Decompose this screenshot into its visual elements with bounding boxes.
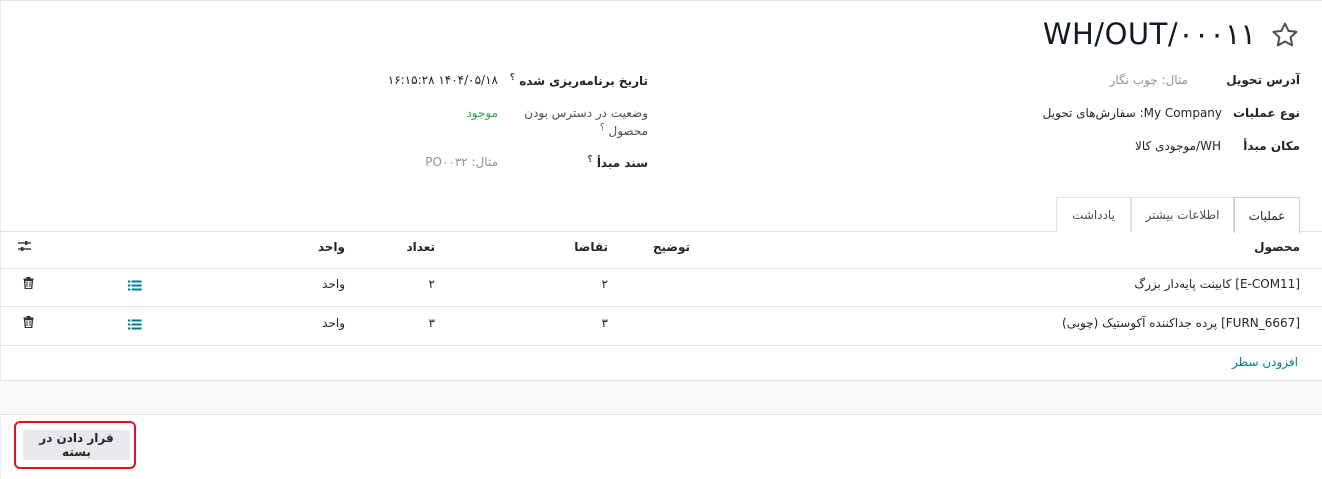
column-header-product[interactable]: محصول	[1254, 240, 1300, 254]
availability-label-line1: وضعیت در دسترس بودن	[524, 106, 648, 120]
tab-additional-info[interactable]: اطلاعات بیشتر	[1131, 197, 1234, 232]
row-unit[interactable]: واحد	[322, 316, 345, 330]
record-title: WH/OUT/۰۰۰۱۱	[1042, 17, 1256, 51]
source-document-label: سند مبدأ ؟	[587, 155, 648, 170]
column-header-unit[interactable]: واحد	[318, 240, 345, 254]
source-location-value[interactable]: WH/موجودی کالا	[1135, 139, 1221, 153]
table-bottom-border	[0, 414, 1322, 415]
row-quantity[interactable]: ۲	[429, 277, 435, 291]
star-icon[interactable]	[1270, 20, 1300, 50]
row-divider	[0, 345, 1322, 346]
row-quantity[interactable]: ۳	[429, 316, 435, 330]
details-list-icon[interactable]	[128, 280, 142, 291]
row-demand[interactable]: ۳	[602, 316, 608, 330]
column-header-demand[interactable]: تقاضا	[574, 240, 608, 254]
help-icon[interactable]: ؟	[587, 155, 592, 165]
table-row[interactable]	[0, 269, 1322, 306]
row-demand[interactable]: ۲	[602, 277, 608, 291]
row-product[interactable]: [E-COM11] کابینت پایه‌دار بزرگ	[1134, 277, 1300, 291]
put-in-pack-button[interactable]: قرار دادن در بسته	[23, 430, 130, 460]
delivery-address-input[interactable]: مثال: چوب نگار	[1110, 73, 1188, 87]
operation-type-value[interactable]: My Company: سفارش‌های تحویل	[1043, 106, 1222, 120]
tab-operations[interactable]: عملیات	[1234, 197, 1300, 233]
trash-icon[interactable]	[23, 277, 34, 289]
top-border	[0, 0, 1322, 1]
row-unit[interactable]: واحد	[322, 277, 345, 291]
scheduled-date-value[interactable]: ۱۴۰۴/۰۵/۱۸ ۱۶:۱۵:۲۸	[388, 73, 498, 87]
row-product[interactable]: [FURN_6667] پرده جداکننده آکوستیک (چوبی)	[1062, 316, 1300, 330]
availability-status: موجود	[466, 106, 498, 120]
help-icon[interactable]: ؟	[510, 73, 515, 83]
help-icon[interactable]: ؟	[600, 123, 605, 133]
tab-note[interactable]: یادداشت	[1056, 197, 1131, 232]
column-header-quantity[interactable]: تعداد	[407, 240, 435, 254]
column-header-description[interactable]: توضیح	[653, 240, 690, 254]
optional-columns-icon[interactable]	[17, 240, 32, 253]
details-list-icon[interactable]	[128, 319, 142, 330]
scheduled-date-label: تاریخ برنامه‌ریزی شده ؟	[509, 73, 648, 88]
add-line-link[interactable]: افزودن سطر	[1232, 355, 1298, 369]
table-footer	[0, 381, 1322, 415]
source-document-input[interactable]: مثال: PO۰۰۳۲	[425, 155, 498, 169]
source-location-label: مکان مبدأ	[1243, 139, 1300, 153]
delivery-address-label: آدرس تحویل	[1226, 73, 1300, 87]
trash-icon[interactable]	[23, 316, 34, 328]
operation-type-label: نوع عملیات	[1232, 106, 1300, 120]
availability-label-line2: محصول ؟	[599, 123, 648, 138]
